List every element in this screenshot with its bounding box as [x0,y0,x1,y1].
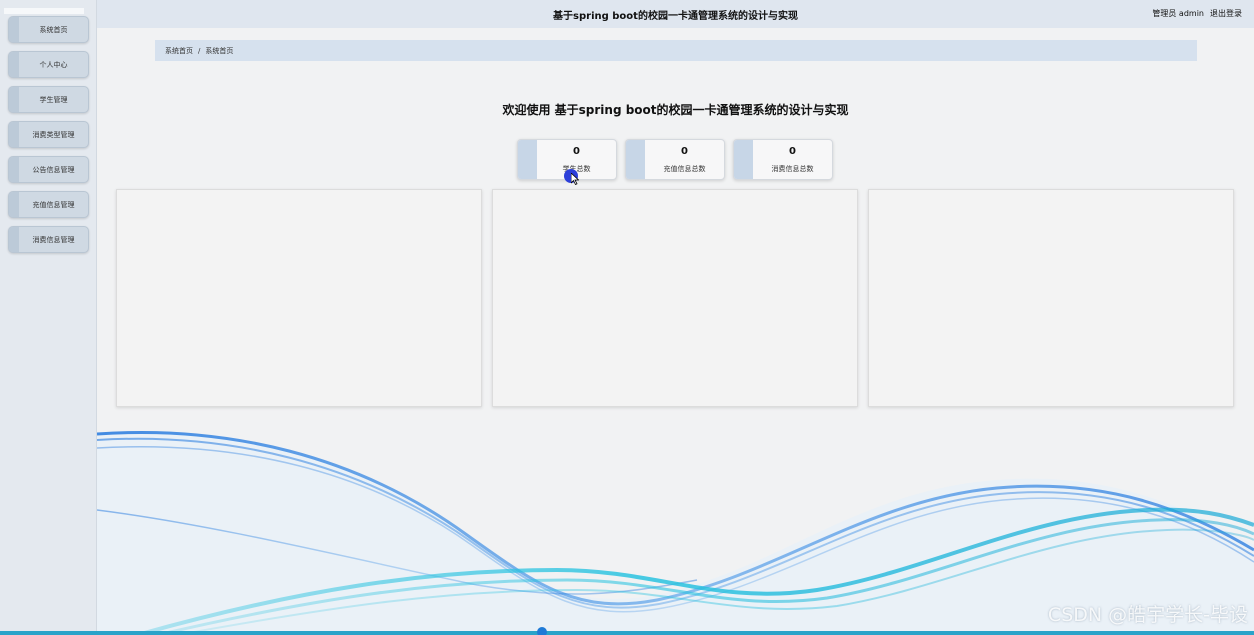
menu-tab-accent [9,192,19,217]
stat-card-accent [518,140,537,179]
stat-value: 0 [681,146,688,157]
mouse-cursor-icon [571,173,579,185]
welcome-heading: 欢迎使用 基于spring boot的校园一卡通管理系统的设计与实现 [502,103,849,117]
chart-panel-2 [492,189,858,407]
menu-tab-accent [9,87,19,112]
menu-tab-accent [9,17,19,42]
sidebar-item-label: 充值信息管理 [32,200,75,209]
breadcrumb-current: 系统首页 [205,46,234,55]
stat-value: 0 [573,146,580,157]
breadcrumb: 系统首页 / 系统首页 [155,40,1197,61]
logout-link[interactable]: 退出登录 [1210,8,1242,19]
chart-panel-3 [868,189,1234,407]
header-user-area: 管理员 admin 退出登录 [1152,8,1242,19]
sidebar-item-recharge-management[interactable]: 充值信息管理 [8,191,89,218]
sidebar-item-label: 个人中心 [39,60,68,69]
stat-label: 消费信息总数 [771,165,814,173]
stat-value: 0 [789,146,796,157]
menu-tab-accent [9,52,19,77]
sidebar-item-consumption-management[interactable]: 消费信息管理 [8,226,89,253]
sidebar-item-home[interactable]: 系统首页 [8,16,89,43]
sidebar-item-student-management[interactable]: 学生管理 [8,86,89,113]
sidebar-item-label: 公告信息管理 [32,165,75,174]
csdn-watermark: CSDN @皓宇学长-毕设 [1047,604,1248,626]
sidebar-item-label: 消费信息管理 [32,235,75,244]
bottom-accent-bar [0,631,1254,635]
top-header: 基于spring boot的校园一卡通管理系统的设计与实现 管理员 admin … [97,0,1254,28]
stat-label: 充值信息总数 [663,165,706,173]
sidebar: 系统首页 个人中心 学生管理 消费类型管理 公告信息管理 充值信息管理 消费信息… [0,0,97,635]
stat-card-consumption[interactable]: 0 消费信息总数 [733,139,833,180]
menu-tab-accent [9,227,19,252]
sidebar-item-label: 系统首页 [39,25,68,34]
breadcrumb-separator: / [198,46,201,55]
menu-tab-accent [9,157,19,182]
sidebar-item-personal-center[interactable]: 个人中心 [8,51,89,78]
stat-card-accent [626,140,645,179]
breadcrumb-home-link[interactable]: 系统首页 [165,46,193,56]
stat-card-recharge[interactable]: 0 充值信息总数 [625,139,725,180]
sidebar-item-label: 消费类型管理 [32,130,75,139]
menu-tab-accent [9,122,19,147]
current-user-label: 管理员 admin [1152,9,1204,18]
sidebar-item-consumption-type-management[interactable]: 消费类型管理 [8,121,89,148]
chart-panel-1 [116,189,482,407]
stat-card-accent [734,140,753,179]
app-title: 基于spring boot的校园一卡通管理系统的设计与实现 [553,11,798,22]
sidebar-top-strip [4,8,84,14]
sidebar-item-label: 学生管理 [39,95,68,104]
sidebar-item-notice-management[interactable]: 公告信息管理 [8,156,89,183]
scroll-indicator-dot [537,627,547,635]
